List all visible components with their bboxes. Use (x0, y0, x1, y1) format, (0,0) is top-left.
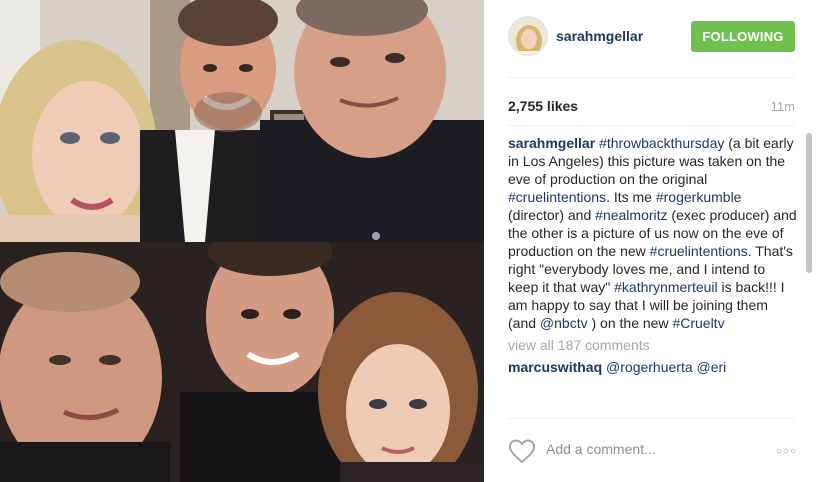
hashtag-throwbackthursday[interactable]: #throwbackthursday (599, 135, 724, 151)
hashtag-kathrynmerteuil[interactable]: #kathrynmerteuil (614, 279, 718, 295)
caption-text: (director) and (508, 207, 596, 223)
post-caption: sarahmgellar #throwbackthursday (a bit e… (508, 134, 798, 332)
username-link[interactable]: sarahmgellar (556, 28, 643, 44)
more-options-icon[interactable]: ○○○ (776, 446, 797, 457)
hashtag-nealmoritz[interactable]: #nealmoritz (595, 207, 667, 223)
post-sidebar: sarahmgellar FOLLOWING 2,755 likes 11m s… (484, 0, 817, 482)
avatar-image (509, 17, 547, 55)
following-button[interactable]: FOLLOWING (691, 21, 795, 52)
photo-top-illustration (0, 0, 484, 242)
photo-bottom-panel (0, 242, 484, 482)
photo-bottom-illustration (0, 242, 484, 482)
hashtag-cruelintentions[interactable]: #cruelintentions (508, 189, 606, 205)
mention-nbctv[interactable]: @nbctv (540, 315, 588, 331)
view-all-comments-link[interactable]: view all 187 comments (508, 336, 798, 354)
comment-item: marcuswithaq @rogerhuerta @eri (508, 358, 798, 376)
likes-divider (508, 125, 795, 126)
mention-rogerhuerta[interactable]: @rogerhuerta (606, 359, 693, 375)
post-photo[interactable] (0, 0, 484, 482)
heart-outline-icon[interactable] (508, 438, 536, 464)
likes-count[interactable]: 2,755 likes (508, 98, 578, 114)
hashtag-rogerkumble[interactable]: #rogerkumble (656, 189, 742, 205)
caption-text: ) on the new (587, 315, 673, 331)
mention-eri[interactable]: @eri (697, 359, 727, 375)
comment-username[interactable]: marcuswithaq (508, 359, 602, 375)
avatar[interactable] (508, 16, 548, 56)
post-timestamp[interactable]: 11m (771, 99, 795, 114)
hashtag-crueltv[interactable]: #Crueltv (672, 315, 724, 331)
caption-username[interactable]: sarahmgellar (508, 135, 595, 151)
caption-text: . Its me (606, 189, 656, 205)
comments-scrollbar[interactable] (806, 133, 812, 273)
photo-top-panel (0, 0, 484, 242)
post-header: sarahmgellar FOLLOWING (508, 16, 795, 62)
header-divider (508, 77, 795, 78)
comment-bar: Add a comment... ○○○ (508, 432, 797, 470)
comments-section[interactable]: sarahmgellar #throwbackthursday (a bit e… (508, 134, 798, 418)
hashtag-cruelintentions[interactable]: #cruelintentions (650, 243, 748, 259)
comments-divider (508, 418, 795, 419)
add-comment-input[interactable]: Add a comment... (546, 441, 656, 457)
